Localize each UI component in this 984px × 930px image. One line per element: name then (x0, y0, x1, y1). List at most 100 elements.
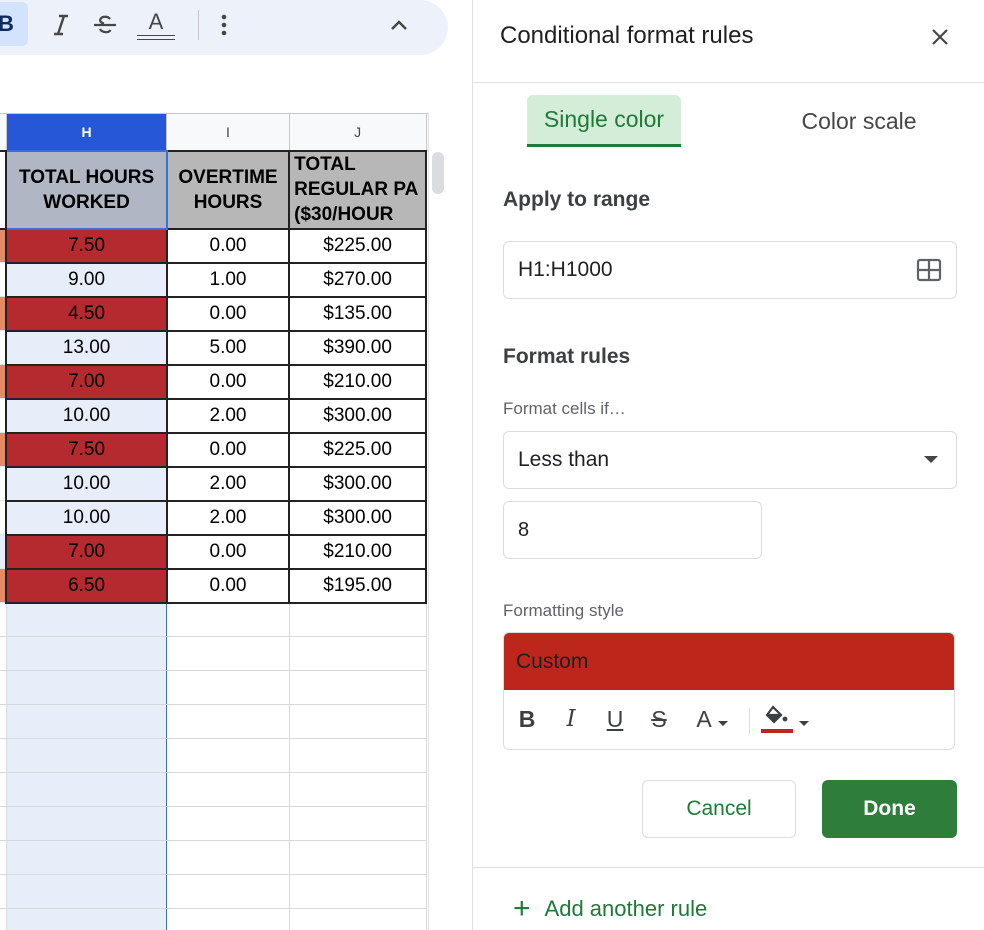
strikethrough-button[interactable] (90, 4, 120, 46)
condition-value-input[interactable]: 8 (503, 501, 762, 559)
cell-overtime-hours[interactable]: 0.00 (165, 295, 291, 332)
cell[interactable] (288, 772, 427, 807)
cell[interactable] (166, 840, 290, 875)
more-options-button[interactable] (214, 4, 234, 46)
cell-total-hours[interactable]: 7.00 (5, 363, 168, 400)
cell-regular-pay[interactable]: $195.00 (288, 567, 428, 604)
cell[interactable] (166, 704, 290, 739)
cell[interactable] (288, 670, 427, 705)
cell[interactable] (166, 670, 290, 705)
cell-total-hours[interactable]: 10.00 (5, 397, 168, 434)
cell-overtime-hours[interactable]: 5.00 (165, 329, 291, 366)
cell-regular-pay[interactable]: $225.00 (288, 227, 428, 264)
cell-regular-pay[interactable]: $225.00 (288, 431, 428, 468)
cell[interactable] (5, 806, 168, 841)
cell[interactable] (288, 908, 427, 930)
sheet-grid[interactable]: H I J TOTAL HOURS WORKED OVERTIME HOURS … (0, 113, 448, 930)
cell[interactable] (166, 738, 290, 773)
cell-total-hours[interactable]: 7.50 (5, 431, 168, 468)
cell-total-hours[interactable]: 4.50 (5, 295, 168, 332)
bold-button[interactable]: B (0, 2, 28, 46)
cell-total-hours[interactable]: 10.00 (5, 499, 168, 536)
cell-overtime-hours[interactable]: 2.00 (165, 397, 291, 434)
cell[interactable] (166, 874, 290, 909)
cell[interactable] (5, 670, 168, 705)
cell-overtime-hours[interactable]: 0.00 (165, 363, 291, 400)
cell-overtime-hours[interactable]: 2.00 (165, 499, 291, 536)
cell-regular-pay[interactable]: $210.00 (288, 533, 428, 570)
cancel-button[interactable]: Cancel (642, 780, 796, 838)
cell[interactable] (166, 806, 290, 841)
close-panel-button[interactable] (925, 22, 955, 52)
header-total-regular-pay[interactable]: TOTAL REGULAR PA ($30/HOUR (288, 149, 428, 230)
style-preview[interactable]: Custom (504, 633, 954, 690)
cell-overtime-hours[interactable]: 0.00 (165, 227, 291, 264)
vertical-scroll-track[interactable] (428, 113, 448, 930)
style-text-color-button[interactable]: A (690, 702, 734, 736)
style-bold-button[interactable]: B (516, 702, 538, 736)
cell[interactable] (288, 738, 427, 773)
more-vert-icon (221, 14, 227, 36)
tab-color-scale[interactable]: Color scale (783, 95, 935, 147)
cell[interactable] (5, 840, 168, 875)
italic-button[interactable] (46, 4, 76, 46)
cell-total-hours[interactable]: 7.50 (5, 227, 168, 264)
empty-row (0, 772, 446, 807)
style-strikethrough-button[interactable]: S (648, 702, 670, 736)
cell[interactable] (5, 908, 168, 930)
cell-total-hours[interactable]: 10.00 (5, 465, 168, 502)
cell[interactable] (5, 738, 168, 773)
header-total-hours[interactable]: TOTAL HOURS WORKED (5, 149, 168, 230)
collapse-toolbar-button[interactable] (384, 4, 414, 46)
cell-overtime-hours[interactable]: 2.00 (165, 465, 291, 502)
empty-row (0, 704, 446, 739)
cell-regular-pay[interactable]: $300.00 (288, 465, 428, 502)
cell[interactable] (166, 636, 290, 671)
cell-total-hours[interactable]: 9.00 (5, 261, 168, 298)
range-input[interactable]: H1:H1000 (503, 241, 957, 299)
cell-overtime-hours[interactable]: 0.00 (165, 567, 291, 604)
header-overtime-hours[interactable]: OVERTIME HOURS (165, 149, 291, 230)
done-button[interactable]: Done (822, 780, 957, 838)
cell-overtime-hours[interactable]: 1.00 (165, 261, 291, 298)
column-header-i[interactable]: I (166, 113, 290, 151)
cell-regular-pay[interactable]: $210.00 (288, 363, 428, 400)
cell-total-hours[interactable]: 13.00 (5, 329, 168, 366)
column-header-h[interactable]: H (5, 113, 168, 151)
cell-regular-pay[interactable]: $270.00 (288, 261, 428, 298)
add-rule-label: Add another rule (544, 896, 708, 921)
cell[interactable] (288, 874, 427, 909)
cell-total-hours[interactable]: 6.50 (5, 567, 168, 604)
select-range-icon[interactable] (916, 258, 942, 282)
text-color-button[interactable]: A (134, 4, 178, 46)
style-fill-color-button[interactable] (759, 702, 811, 736)
cell-regular-pay[interactable]: $300.00 (288, 397, 428, 434)
vertical-scrollbar[interactable] (432, 152, 444, 194)
cell-regular-pay[interactable]: $135.00 (288, 295, 428, 332)
cell-regular-pay[interactable]: $390.00 (288, 329, 428, 366)
tab-single-color[interactable]: Single color (527, 95, 681, 147)
cell[interactable] (288, 704, 427, 739)
cell[interactable] (166, 602, 290, 637)
column-header-j[interactable]: J (288, 113, 427, 151)
footer-divider (473, 867, 984, 868)
cell[interactable] (5, 704, 168, 739)
cell[interactable] (288, 840, 427, 875)
cell-overtime-hours[interactable]: 0.00 (165, 431, 291, 468)
add-another-rule-link[interactable]: + Add another rule (513, 894, 708, 924)
condition-dropdown[interactable]: Less than (503, 431, 957, 489)
cell[interactable] (288, 602, 427, 637)
style-italic-button[interactable]: I (560, 702, 582, 736)
style-underline-button[interactable]: U (604, 702, 626, 736)
cell-overtime-hours[interactable]: 0.00 (165, 533, 291, 570)
cell-total-hours[interactable]: 7.00 (5, 533, 168, 570)
cell[interactable] (5, 636, 168, 671)
cell[interactable] (5, 874, 168, 909)
cell[interactable] (5, 602, 168, 637)
cell[interactable] (288, 806, 427, 841)
cell[interactable] (288, 636, 427, 671)
cell-regular-pay[interactable]: $300.00 (288, 499, 428, 536)
cell[interactable] (166, 772, 290, 807)
cell[interactable] (166, 908, 290, 930)
cell[interactable] (5, 772, 168, 807)
